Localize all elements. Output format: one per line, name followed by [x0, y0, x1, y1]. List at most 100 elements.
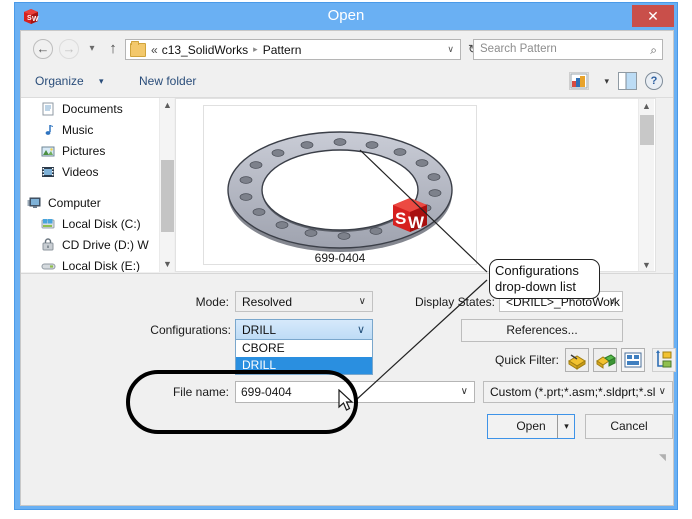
- navigation-tree[interactable]: Documents Music Pictures Videos Computer…: [21, 98, 174, 272]
- close-button[interactable]: ✕: [632, 5, 674, 27]
- new-folder-button[interactable]: New folder: [139, 74, 196, 88]
- sidebar-item-music[interactable]: Music: [21, 119, 174, 140]
- preview-pane-icon[interactable]: [618, 72, 637, 90]
- chevron-down-icon: ∨: [658, 386, 666, 397]
- chevron-down-icon[interactable]: ▾: [99, 76, 104, 87]
- preview-scrollbar-thumb[interactable]: [640, 115, 654, 145]
- chevron-down-icon[interactable]: ∨: [461, 386, 468, 397]
- breadcrumb-overflow[interactable]: «: [151, 43, 158, 57]
- sidebar-item-label: Videos: [62, 164, 99, 179]
- local-disk-icon: [41, 259, 57, 273]
- help-icon[interactable]: ?: [645, 72, 663, 90]
- mode-dropdown[interactable]: Resolved ∨: [235, 291, 373, 312]
- configurations-value: DRILL: [242, 323, 277, 337]
- sidebar-item-label: Music: [62, 122, 94, 137]
- chevron-down-icon[interactable]: ▾: [604, 76, 609, 87]
- organize-button[interactable]: Organize: [35, 74, 84, 88]
- svg-text:W: W: [408, 213, 425, 232]
- title-bar: S W Open ✕: [15, 3, 677, 30]
- callout-line-2: drop-down list: [495, 279, 576, 294]
- command-toolbar: Organize ▾ New folder ▾ ?: [21, 67, 673, 98]
- filter-top-level-assembly-icon[interactable]: [652, 348, 676, 372]
- window-title: Open: [327, 7, 365, 24]
- sidebar-scrollbar-thumb[interactable]: [161, 160, 174, 232]
- sidebar-item-label: Pictures: [62, 143, 106, 158]
- breadcrumb-item-0[interactable]: c13_SolidWorks: [162, 43, 248, 57]
- mode-label: Mode:: [195, 295, 229, 309]
- sidebar-item-cd-drive-d[interactable]: CD Drive (D:) W: [21, 234, 174, 255]
- search-input[interactable]: Search Pattern: [480, 43, 557, 55]
- configurations-option-list[interactable]: CBORE DRILL: [235, 340, 373, 375]
- callout-line-1: Configurations: [495, 263, 579, 278]
- chevron-down-icon[interactable]: ∨: [357, 323, 365, 336]
- sidebar-item-pictures[interactable]: Pictures: [21, 140, 174, 161]
- scroll-up-icon[interactable]: ▲: [639, 99, 654, 114]
- file-name-value: 699-0404: [241, 385, 292, 399]
- cancel-button[interactable]: Cancel: [585, 414, 673, 439]
- search-box[interactable]: Search Pattern ⌕: [473, 39, 663, 60]
- options-area: Mode: Resolved ∨ Display States: <DRILL>…: [21, 273, 676, 464]
- mode-value: Resolved: [242, 295, 293, 309]
- configurations-option-drill[interactable]: DRILL: [236, 357, 372, 374]
- search-icon: ⌕: [650, 43, 657, 57]
- sidebar-item-label: Computer: [48, 195, 101, 210]
- back-button[interactable]: ←: [33, 39, 53, 59]
- file-name-input[interactable]: 699-0404 ∨: [235, 381, 475, 403]
- thumbnail-caption: 699-0404: [314, 251, 366, 265]
- pictures-icon: [41, 144, 57, 158]
- sidebar-item-videos[interactable]: Videos: [21, 161, 174, 182]
- address-dropdown-icon[interactable]: ∨: [447, 44, 454, 55]
- local-disk-icon: [41, 217, 57, 231]
- sidebar-item-local-disk-c[interactable]: Local Disk (C:): [21, 213, 174, 234]
- sidebar-item-documents[interactable]: Documents: [21, 98, 174, 119]
- navigation-bar: ← → ▾ ↑ « c13_SolidWorks ▸ Pattern ∨ ↻ S…: [21, 31, 673, 67]
- sidebar-item-local-disk-e[interactable]: Local Disk (E:): [21, 255, 174, 272]
- breadcrumb-item-1[interactable]: Pattern: [263, 43, 302, 57]
- filter-assemblies-icon[interactable]: [593, 348, 617, 372]
- recent-locations-icon[interactable]: ▾: [85, 43, 99, 55]
- display-states-label: Display States:: [414, 295, 495, 309]
- open-split-arrow-icon[interactable]: ▾: [557, 415, 575, 438]
- configurations-dropdown[interactable]: DRILL ∨: [235, 319, 373, 340]
- forward-button[interactable]: →: [59, 39, 79, 59]
- scroll-down-icon[interactable]: ▼: [639, 258, 654, 271]
- file-type-dropdown[interactable]: Custom (*.prt;*.asm;*.sldprt;*.sl ∨: [483, 381, 673, 403]
- up-one-level-button[interactable]: ↑: [105, 40, 121, 58]
- references-button[interactable]: References...: [461, 319, 623, 342]
- videos-icon: [41, 165, 57, 179]
- breadcrumb-arrow-icon: ▸: [253, 44, 258, 54]
- documents-icon: [41, 102, 57, 116]
- file-type-value: Custom (*.prt;*.asm;*.sldprt;*.sl: [490, 385, 656, 399]
- file-name-label: File name:: [172, 385, 229, 399]
- thumbnail-frame: [203, 105, 477, 265]
- sidebar-item-computer[interactable]: Computer: [21, 192, 174, 213]
- resize-grip-icon[interactable]: ◥: [659, 452, 669, 462]
- sidebar-scrollbar[interactable]: ▲ ▼: [159, 98, 174, 272]
- flange-ring-model: [227, 131, 453, 252]
- preview-scrollbar[interactable]: ▲ ▼: [638, 99, 654, 271]
- chevron-down-icon: ∨: [608, 296, 616, 307]
- address-bar[interactable]: « c13_SolidWorks ▸ Pattern ∨ ↻: [125, 39, 478, 60]
- chevron-down-icon: ∨: [358, 296, 366, 307]
- callout-box: Configurations drop-down list: [489, 259, 600, 299]
- view-mode-icon[interactable]: [569, 72, 589, 90]
- sidebar-item-label: Local Disk (E:): [62, 258, 141, 273]
- sidebar-item-label: CD Drive (D:) W: [62, 237, 149, 252]
- folder-icon: [130, 40, 146, 57]
- quick-filter-label: Quick Filter:: [494, 353, 559, 367]
- computer-icon: [27, 196, 43, 210]
- filter-drawings-icon[interactable]: [621, 348, 645, 372]
- open-dialog: S W Open ✕ ← → ▾ ↑ « c13_SolidWorks ▸ Pa…: [14, 2, 678, 510]
- scroll-down-icon[interactable]: ▼: [160, 257, 174, 272]
- filter-parts-icon[interactable]: [565, 348, 589, 372]
- configurations-label: Configurations:: [150, 323, 231, 337]
- configurations-option-cbore[interactable]: CBORE: [236, 340, 372, 357]
- sidebar-item-label: Documents: [62, 101, 123, 116]
- svg-text:S: S: [395, 209, 406, 228]
- music-icon: [41, 123, 57, 137]
- sidebar-item-label: Local Disk (C:): [62, 216, 141, 231]
- preview-pane: S W 699-0404 ▲ ▼: [175, 98, 656, 272]
- scroll-up-icon[interactable]: ▲: [160, 98, 174, 113]
- solidworks-cube-icon: S W: [388, 194, 432, 236]
